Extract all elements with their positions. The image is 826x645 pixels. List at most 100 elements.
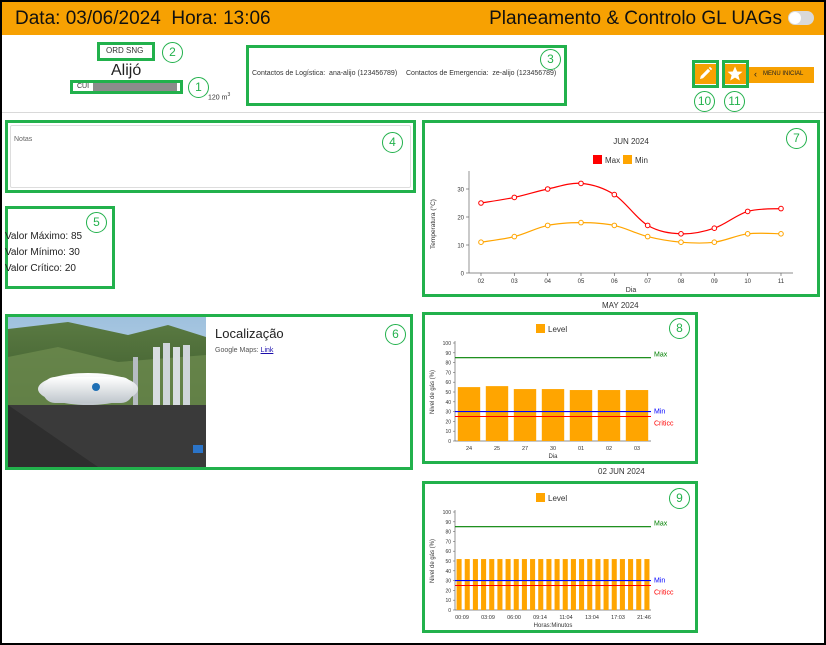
y-tick-label: 40 <box>445 569 451 575</box>
level-bar <box>636 559 642 610</box>
favorite-button-highlight <box>722 60 749 88</box>
y-tick-label: 50 <box>445 559 451 565</box>
y-axis-label: Temperatura (°C) <box>429 199 437 249</box>
y-tick-label: 0 <box>461 272 465 278</box>
y-tick-label: 10 <box>445 429 451 435</box>
data-point-min <box>611 222 618 229</box>
data-point-min <box>744 231 751 237</box>
y-tick-label: 30 <box>457 188 464 194</box>
reference-label-criticc: Criticc <box>654 590 674 597</box>
level-bar <box>513 389 537 441</box>
data-point-max <box>778 205 784 212</box>
data-point-max <box>744 208 751 215</box>
level-bar <box>456 559 462 610</box>
y-tick-label: 30 <box>445 579 451 585</box>
emergency-contact: Contactos de Emergencia: ze-alijo (12345… <box>406 70 557 77</box>
data-point-max <box>611 191 618 198</box>
google-maps-link[interactable]: Link <box>261 347 274 354</box>
legend-swatch-level <box>536 324 545 333</box>
level-bar <box>497 559 503 610</box>
y-axis-label: Nivel de gás (%) <box>430 539 436 583</box>
y-tick-label: 10 <box>457 244 464 250</box>
temperature-chart: JUN 2024 Max Min 0 10 20 30 02 03 04 05 06 07 08 09 10 1… <box>429 137 793 294</box>
level-bar <box>611 559 617 610</box>
level-bar <box>513 559 519 610</box>
level-bar <box>628 559 634 610</box>
legend-label-max: Max <box>605 156 620 165</box>
level-bar <box>570 559 576 610</box>
level-bar <box>530 559 536 610</box>
level-bar <box>587 559 593 610</box>
level-bar <box>569 390 593 441</box>
theme-toggle[interactable] <box>788 11 814 25</box>
data-point-max <box>544 186 551 192</box>
level-bar <box>625 390 649 441</box>
data-point-max <box>644 222 651 229</box>
value-min: Valor Mínimo: 30 <box>5 247 80 258</box>
badge-9: 9 <box>669 488 690 509</box>
google-maps-label: Google Maps: <box>215 347 259 354</box>
reference-label-criticc: Criticc <box>654 421 674 428</box>
y-tick-label: 70 <box>445 539 451 545</box>
x-tick-label: 13:04 <box>585 615 599 621</box>
y-tick-label: 30 <box>445 410 451 416</box>
x-tick-label: 03 <box>511 279 518 285</box>
badge-6: 6 <box>385 324 406 345</box>
level-bar <box>481 559 487 610</box>
data-point-min <box>578 219 584 226</box>
reference-label-max: Max <box>654 352 668 359</box>
x-tick-label: 00:09 <box>455 615 469 621</box>
x-axis-label: Horas:Minutos <box>534 623 573 629</box>
level-bar <box>579 559 585 610</box>
app-window: Data: 03/06/2024 Hora: 13:06 Planeamento… <box>2 2 824 643</box>
site-photo <box>8 317 206 467</box>
data-point-min <box>644 233 651 240</box>
badge-7: 7 <box>786 128 807 149</box>
x-tick-label: 05 <box>578 279 585 285</box>
cui-value-redacted <box>93 83 177 91</box>
site-tag: ORD SNG <box>106 46 144 55</box>
logistics-contact: Contactos de Logística: ana-alijo (12345… <box>252 70 398 77</box>
level-bar <box>546 559 552 610</box>
google-maps-row: Google Maps: Link <box>215 347 273 354</box>
x-tick-label: 07 <box>644 279 651 285</box>
data-point-min <box>511 233 518 240</box>
series-line-max <box>480 182 782 235</box>
menu-inicial-button[interactable]: ‹ MENU INICIAL <box>749 67 814 83</box>
x-tick-label: 10 <box>744 279 751 285</box>
data-point-max <box>511 194 518 201</box>
x-tick-label: 09:14 <box>533 615 547 621</box>
capacity-unit-exponent: 3 <box>227 92 231 98</box>
chevron-left-icon: ‹ <box>754 69 757 79</box>
data-point-min <box>711 239 718 245</box>
y-tick-label: 60 <box>445 549 451 555</box>
y-tick-label: 50 <box>445 390 451 396</box>
level-bar <box>554 559 560 610</box>
x-tick-label: 25 <box>494 446 500 452</box>
x-tick-label: 08 <box>678 279 685 285</box>
x-tick-label: 02 <box>606 446 612 452</box>
top-bar: Data: 03/06/2024 Hora: 13:06 Planeamento… <box>2 2 824 35</box>
level-bar <box>541 389 565 441</box>
reference-label-min: Min <box>654 578 665 585</box>
data-point-min <box>778 231 784 237</box>
capacity-value: 120 m <box>208 94 228 102</box>
x-tick-label: 02 <box>478 279 485 285</box>
y-tick-label: 70 <box>445 370 451 376</box>
badge-1: 1 <box>188 77 209 98</box>
legend-label-level: Level <box>548 325 567 334</box>
data-point-max <box>478 200 484 206</box>
badge-3: 3 <box>540 49 561 70</box>
level-bar <box>538 559 544 610</box>
x-tick-label: 11:04 <box>559 615 572 621</box>
cui-label: CUI <box>77 83 90 90</box>
y-axis-label: Nivel de gás (%) <box>430 370 436 414</box>
badge-4: 4 <box>382 132 403 153</box>
level-bar <box>464 559 470 610</box>
legend-label-min: Min <box>635 156 648 165</box>
level-bar <box>521 559 527 610</box>
notes-field[interactable]: Notas <box>10 125 411 188</box>
x-tick-label: 09 <box>711 279 718 285</box>
x-tick-label: 30 <box>550 446 556 452</box>
x-tick-label: 06:00 <box>507 615 521 621</box>
